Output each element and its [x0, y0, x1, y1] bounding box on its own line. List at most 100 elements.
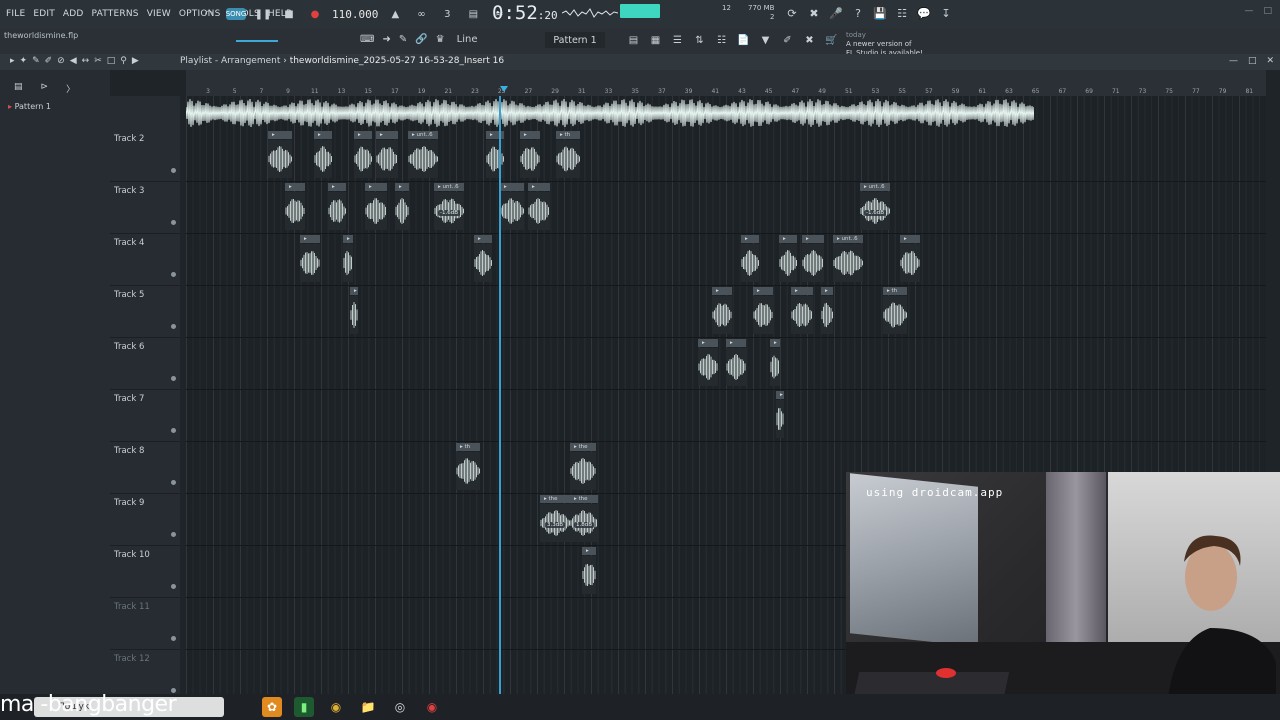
metronome-icon[interactable]: ▲: [386, 5, 404, 23]
track-mute-icon[interactable]: [171, 532, 176, 537]
draw-icon[interactable]: ✎: [32, 56, 40, 66]
playlist-menu-icon[interactable]: ▸: [10, 56, 15, 66]
clip-title-bar[interactable]: ▸ unt..6: [860, 183, 890, 191]
loop-record-icon[interactable]: ∞: [412, 5, 430, 23]
picker-piano-icon[interactable]: ▤: [14, 82, 23, 95]
audio-clip[interactable]: ▸: [343, 235, 353, 283]
tempo-display[interactable]: 110.000: [332, 8, 378, 21]
clip-title-bar[interactable]: ▸: [582, 547, 596, 555]
master-pitch-slider[interactable]: [236, 40, 278, 42]
clip-title-bar[interactable]: ▸: [712, 287, 732, 295]
track-mute-icon[interactable]: [171, 480, 176, 485]
playlist-close-icon[interactable]: ✕: [1266, 56, 1274, 66]
clip-title-bar[interactable]: ▸: [520, 131, 540, 139]
audio-clip[interactable]: ▸: [474, 235, 492, 283]
track-header[interactable]: Track 8: [110, 442, 180, 494]
track-mute-icon[interactable]: [171, 272, 176, 277]
piano-roll-icon[interactable]: ▦: [648, 33, 663, 48]
cart-icon[interactable]: 🛒: [824, 33, 839, 48]
menu-view[interactable]: VIEW: [147, 9, 171, 19]
menu-file[interactable]: FILE: [6, 9, 25, 19]
mute-tool-icon[interactable]: ◀: [70, 56, 77, 66]
audio-clip[interactable]: ▸: [328, 183, 346, 231]
snap-selector[interactable]: Line: [453, 33, 482, 46]
audio-clip[interactable]: ▸: [582, 547, 596, 595]
track-mute-icon[interactable]: [171, 168, 176, 173]
channel-rack-icon[interactable]: ☰: [670, 33, 685, 48]
playlist-minimize-icon[interactable]: —: [1229, 56, 1238, 66]
audio-clip[interactable]: ▸ the 3.3dB: [540, 495, 570, 543]
magnet-icon[interactable]: ✦: [20, 56, 28, 66]
microphone-icon[interactable]: 🎤: [828, 5, 844, 21]
audio-clip[interactable]: ▸: [528, 183, 550, 231]
audio-clip[interactable]: ▸ th: [456, 443, 480, 491]
slice-icon[interactable]: ✂: [94, 56, 102, 66]
clip-title-bar[interactable]: ▸: [395, 183, 409, 191]
terminal-taskbar-icon[interactable]: ▮: [294, 697, 314, 717]
audio-clip[interactable]: ▸: [791, 287, 813, 335]
help-icon[interactable]: ?: [850, 5, 866, 21]
slip-icon[interactable]: ↔: [82, 56, 90, 66]
audio-clip[interactable]: ▸: [770, 339, 780, 387]
audio-clip-waveform[interactable]: [186, 98, 1034, 128]
clip-title-bar[interactable]: ▸: [285, 183, 305, 191]
stop-button[interactable]: ■: [280, 5, 298, 23]
audio-clip[interactable]: ▸: [285, 183, 305, 231]
clip-title-bar[interactable]: ▸ the: [570, 495, 598, 503]
save-icon[interactable]: 💾: [872, 5, 888, 21]
fl-studio-taskbar-icon[interactable]: ✿: [262, 697, 282, 717]
clip-title-bar[interactable]: ▸: [314, 131, 332, 139]
track-header[interactable]: Track 9: [110, 494, 180, 546]
mixer-icon[interactable]: ☷: [894, 5, 910, 21]
audio-clip[interactable]: ▸: [395, 183, 409, 231]
clip-title-bar[interactable]: ▸: [802, 235, 824, 243]
chrome-taskbar-icon[interactable]: ◉: [326, 697, 346, 717]
audio-clip[interactable]: ▸: [376, 131, 398, 179]
tools-icon[interactable]: ✖: [806, 5, 822, 21]
pause-button[interactable]: ❚❚: [254, 5, 272, 23]
track-mute-icon[interactable]: [171, 584, 176, 589]
track-header[interactable]: Track 10: [110, 546, 180, 598]
clip-title-bar[interactable]: ▸: [376, 131, 398, 139]
clip-title-bar[interactable]: ▸ th: [883, 287, 907, 295]
playback-icon[interactable]: ▶: [132, 56, 139, 66]
track-header[interactable]: Track 11: [110, 598, 180, 650]
audio-clip[interactable]: ▸ the: [570, 443, 596, 491]
track-mute-icon[interactable]: [171, 428, 176, 433]
audio-clip[interactable]: ▸ th: [556, 131, 580, 179]
audio-clip[interactable]: ▸: [350, 287, 358, 335]
audio-clip[interactable]: ▸: [268, 131, 292, 179]
picker-pattern-item[interactable]: ▸ Pattern 1: [8, 102, 51, 111]
clip-title-bar[interactable]: ▸: [770, 339, 780, 347]
clip-title-bar[interactable]: ▸: [776, 391, 784, 399]
audio-clip[interactable]: ▸: [500, 183, 524, 231]
clip-title-bar[interactable]: ▸ the: [570, 443, 596, 451]
select-icon[interactable]: □: [107, 56, 116, 66]
audio-clip[interactable]: ▸: [776, 391, 784, 439]
zoom-icon[interactable]: ⚲: [120, 56, 127, 66]
audio-clip[interactable]: ▸: [698, 339, 718, 387]
mixer-faders-icon[interactable]: ⇅: [692, 33, 707, 48]
audio-clip[interactable]: ▸: [712, 287, 732, 335]
audio-clip[interactable]: ▸: [779, 235, 797, 283]
clip-title-bar[interactable]: ▸ unt..6: [408, 131, 438, 139]
audio-clip[interactable]: ▸: [741, 235, 759, 283]
step-edit-icon[interactable]: ▤: [464, 5, 482, 23]
download-icon[interactable]: ↧: [938, 5, 954, 21]
clip-title-bar[interactable]: ▸ th: [456, 443, 480, 451]
countdown-icon[interactable]: 3: [438, 5, 456, 23]
track-header[interactable]: Track 5: [110, 286, 180, 338]
track-mute-icon[interactable]: [171, 220, 176, 225]
audio-clip[interactable]: ▸ unt..6 -1.6dB: [434, 183, 464, 231]
browser-icon[interactable]: ☷: [714, 33, 729, 48]
clip-title-bar[interactable]: ▸: [900, 235, 920, 243]
clip-title-bar[interactable]: ▸: [343, 235, 353, 243]
audio-clip[interactable]: ▸ th: [883, 287, 907, 335]
paint-icon[interactable]: ✐: [45, 56, 53, 66]
delete-icon[interactable]: ⊘: [57, 56, 65, 66]
record-button[interactable]: ●: [306, 5, 324, 23]
folder-taskbar-icon[interactable]: 📁: [358, 697, 378, 717]
playhead-marker-icon[interactable]: [500, 86, 508, 92]
clip-title-bar[interactable]: ▸ unt..6: [434, 183, 464, 191]
track-mute-icon[interactable]: [171, 324, 176, 329]
